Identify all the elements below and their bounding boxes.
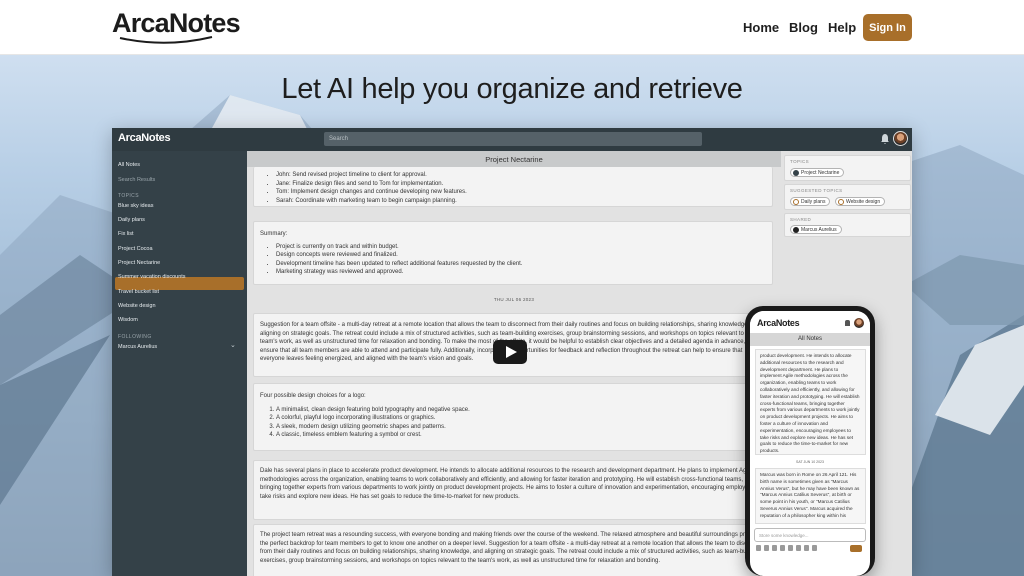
add-topic-icon xyxy=(838,199,844,205)
phone-send-button[interactable] xyxy=(850,545,862,552)
topics-label: TOPICS xyxy=(790,159,810,164)
list-icon[interactable] xyxy=(788,545,793,551)
sidebar-item-project-cocoa[interactable]: Project Cocoa xyxy=(118,246,153,252)
note-text: The project team retreat was a resoundin… xyxy=(260,532,766,564)
topic-dot-icon xyxy=(793,170,799,176)
note-card[interactable]: John: Send revised project timeline to c… xyxy=(253,167,773,207)
sidebar-item-blue-sky-ideas[interactable]: Blue sky ideas xyxy=(118,203,153,209)
list-item: Tom: Implement design changes and contin… xyxy=(276,188,766,197)
note-text: Marcus was born in Rome on 26 April 121.… xyxy=(760,472,860,518)
list-item: Jane: Finalize design files and send to … xyxy=(276,180,766,189)
sign-in-button[interactable]: Sign In xyxy=(863,14,912,41)
note-heading: Summary: xyxy=(260,231,288,237)
notes-feed-title: Project Nectarine xyxy=(247,151,781,167)
phone-feed-title: All Notes xyxy=(750,333,870,346)
sidebar-item-wisdom[interactable]: Wisdom xyxy=(118,317,138,323)
suggested-topic-chip[interactable]: Daily plans xyxy=(790,197,831,206)
sidebar-item-project-nectarine[interactable]: Project Nectarine xyxy=(118,260,160,266)
suggested-topic-label: Daily plans xyxy=(801,199,826,205)
user-avatar-icon xyxy=(793,227,799,233)
bell-icon[interactable] xyxy=(845,320,850,326)
code-icon[interactable] xyxy=(780,545,785,551)
nav-home-link[interactable]: Home xyxy=(743,20,779,35)
note-card[interactable]: Dale has several plans in place to accel… xyxy=(253,460,773,520)
nav-blog-link[interactable]: Blog xyxy=(789,20,818,35)
list-item: Project is currently on track and within… xyxy=(276,243,766,252)
list-item: Development timeline has been updated to… xyxy=(276,260,766,269)
app-search-input[interactable]: Search xyxy=(324,132,702,146)
sidebar-search-results[interactable]: Search Results xyxy=(118,177,155,183)
sidebar-all-notes[interactable]: All Notes xyxy=(118,162,140,168)
phone-header: ArcaNotes xyxy=(750,311,870,333)
list-item: Design concepts were reviewed and finali… xyxy=(276,251,766,260)
bold-icon[interactable] xyxy=(756,545,761,551)
note-card[interactable]: Four possible design choices for a logo:… xyxy=(253,383,773,451)
list-item: A minimalist, clean design featuring bol… xyxy=(276,406,766,415)
nav-help-link[interactable]: Help xyxy=(828,20,856,35)
phone-date-separator: SAT JUN 10 2023 xyxy=(796,460,824,464)
phone-note-card[interactable]: product development. He intends to alloc… xyxy=(755,349,866,455)
top-navbar: ArcaNotes Home Blog Help Sign In xyxy=(0,0,1024,55)
play-icon xyxy=(506,346,517,358)
shared-label: SHARED xyxy=(790,217,812,222)
image-icon[interactable] xyxy=(804,545,809,551)
sidebar-item-fix-list[interactable]: Fix list xyxy=(118,231,134,237)
bell-icon[interactable] xyxy=(881,134,889,144)
link-icon[interactable] xyxy=(772,545,777,551)
note-card[interactable]: The project team retreat was a resoundin… xyxy=(253,524,773,576)
date-separator: THU JUL 06 2023 xyxy=(493,297,535,302)
list-item: Sarah: Coordinate with marketing team to… xyxy=(276,197,766,206)
add-topic-icon xyxy=(793,199,799,205)
shared-user-label: Marcus Aurelius xyxy=(801,227,837,233)
suggested-topics-label: SUGGESTED TOPICS xyxy=(790,188,843,193)
sidebar-item-summer-vacation-discounts[interactable]: Summer vacation discounts xyxy=(118,274,186,280)
phone-note-card[interactable]: Marcus was born in Rome on 26 April 121.… xyxy=(755,468,866,524)
chevron-down-icon[interactable]: ⌄ xyxy=(230,341,236,349)
note-text: product development. He intends to alloc… xyxy=(760,353,860,454)
list-item: John: Send revised project timeline to c… xyxy=(276,171,766,180)
suggested-topic-label: Website design xyxy=(846,199,881,205)
sidebar-topics-heading: TOPICS xyxy=(118,193,139,199)
phone-logo[interactable]: ArcaNotes xyxy=(757,318,800,328)
sidebar-following-marcus-aurelius[interactable]: Marcus Aurelius xyxy=(118,344,157,350)
topics-box: TOPICS Project Nectarine xyxy=(784,155,911,181)
shared-box: SHARED Marcus Aurelius xyxy=(784,213,911,237)
phone-screen: ArcaNotes All Notes product development.… xyxy=(750,311,870,576)
logo-swoosh-icon xyxy=(119,36,213,44)
suggested-topic-chip[interactable]: Website design xyxy=(835,197,886,206)
phone-note-input[interactable]: Store some knowledge... xyxy=(754,528,866,542)
suggested-topics-box: SUGGESTED TOPICS Daily plans Website des… xyxy=(784,184,911,210)
italic-icon[interactable] xyxy=(764,545,769,551)
sidebar-item-website-design[interactable]: Website design xyxy=(118,303,156,309)
notes-feed: Project Nectarine John: Send revised pro… xyxy=(247,151,781,576)
phone-avatar[interactable] xyxy=(854,318,864,328)
attach-icon[interactable] xyxy=(812,545,817,551)
note-heading: Four possible design choices for a logo: xyxy=(260,393,366,399)
user-avatar[interactable] xyxy=(893,131,908,146)
sidebar-following-heading: FOLLOWING xyxy=(118,334,152,340)
list-item: A sleek, modern design utilizing geometr… xyxy=(276,423,766,432)
shared-user-chip[interactable]: Marcus Aurelius xyxy=(790,225,842,234)
note-card[interactable]: Summary: Project is currently on track a… xyxy=(253,221,773,285)
sidebar-item-daily-plans[interactable]: Daily plans xyxy=(118,217,145,223)
app-logo[interactable]: ArcaNotes xyxy=(118,132,171,144)
phone-mockup: ArcaNotes All Notes product development.… xyxy=(745,306,875,576)
list-item: A colorful, playful logo incorporating i… xyxy=(276,414,766,423)
list-item: A classic, timeless emblem featuring a s… xyxy=(276,431,766,440)
note-text: Dale has several plans in place to accel… xyxy=(260,468,762,500)
quote-icon[interactable] xyxy=(796,545,801,551)
list-item: Marketing strategy was reviewed and appr… xyxy=(276,268,766,277)
topic-chip[interactable]: Project Nectarine xyxy=(790,168,845,177)
sidebar: All Notes Search Results TOPICS Blue sky… xyxy=(112,151,247,576)
topic-chip-label: Project Nectarine xyxy=(801,170,840,176)
app-header: ArcaNotes Search xyxy=(112,128,912,151)
hero-title: Let AI help you organize and retrieve xyxy=(281,73,743,105)
sidebar-item-travel-bucket-list[interactable]: Travel bucket list xyxy=(118,289,159,295)
